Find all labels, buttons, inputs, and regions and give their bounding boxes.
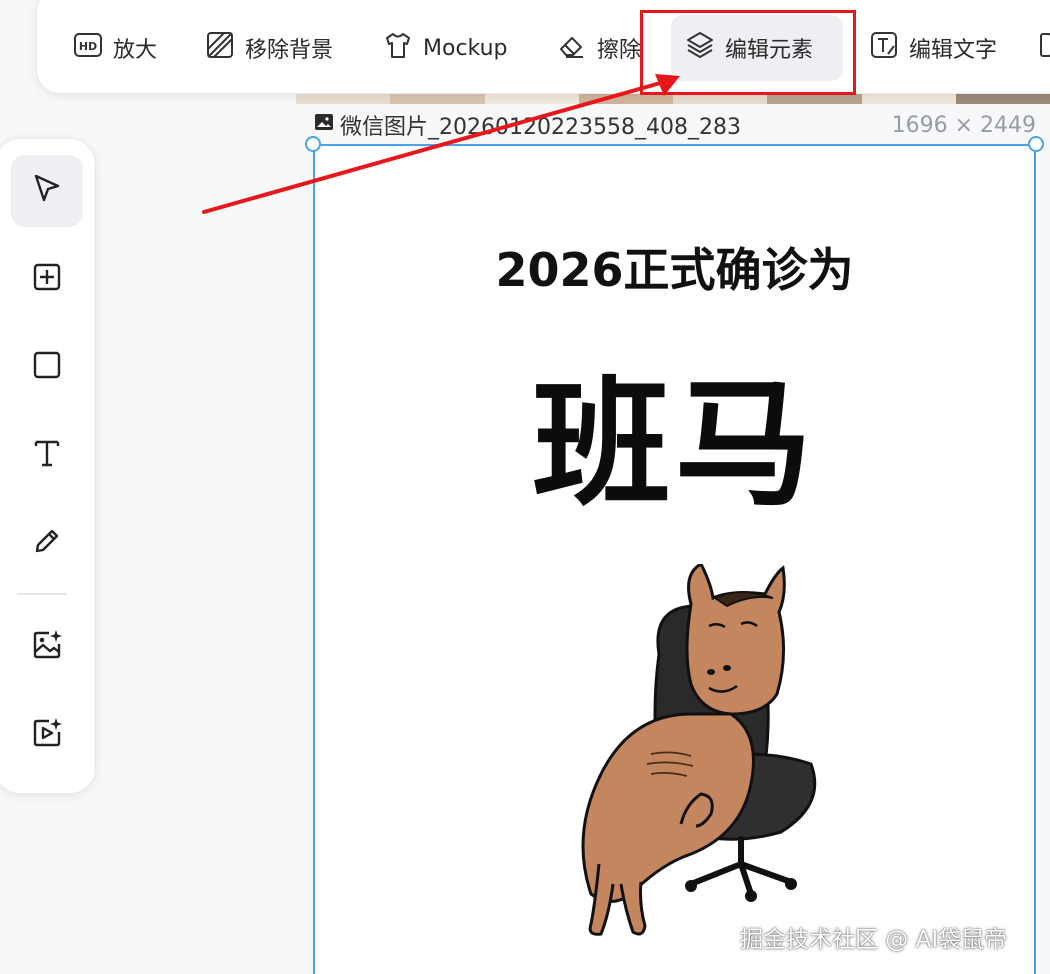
rectangle-icon <box>29 347 65 387</box>
more-toolbar-button[interactable] <box>1037 15 1050 81</box>
select-pointer-icon <box>29 171 65 211</box>
upscale-button[interactable]: HD 放大 <box>59 15 171 81</box>
edit-text-icon <box>869 30 899 66</box>
edit-text-button[interactable]: 编辑文字 <box>855 15 1011 81</box>
text-tool-button[interactable] <box>11 419 83 491</box>
add-element-button[interactable] <box>11 243 83 315</box>
mockup-button[interactable]: Mockup <box>369 15 522 81</box>
svg-text:HD: HD <box>79 40 97 53</box>
select-tool-button[interactable] <box>11 155 83 227</box>
eraser-icon <box>557 30 587 66</box>
edit-text-label: 编辑文字 <box>909 38 998 63</box>
text-tool-icon <box>29 435 65 475</box>
pencil-icon <box>29 523 65 563</box>
pencil-tool-button[interactable] <box>11 507 83 579</box>
selected-image[interactable]: 2026正式确诊为 班马 <box>305 136 1044 974</box>
erase-button[interactable]: 擦除 <box>543 15 655 81</box>
editor-stage: HD 放大 移除背景 Mockup 擦除 编辑元素 编辑文字 微信图片_2026… <box>0 0 1050 974</box>
remove-background-label: 移除背景 <box>245 38 334 63</box>
rectangle-tool-button[interactable] <box>11 331 83 403</box>
erase-label: 擦除 <box>597 38 642 63</box>
poster-big-text: 班马 <box>532 364 817 525</box>
resize-handle-top-left[interactable] <box>305 136 321 152</box>
hd-icon: HD <box>73 30 103 66</box>
ai-image-icon <box>29 627 65 667</box>
annotation-highlight-box <box>640 10 856 95</box>
image-dimensions: 1696 × 2449 <box>891 112 1036 138</box>
ai-image-button[interactable] <box>11 611 83 683</box>
horse-in-chair-illustration <box>581 564 817 936</box>
image-filename: 微信图片_20260120223558_408_283 <box>340 115 741 140</box>
watermark: 掘金技术社区 @ AI袋鼠帝 <box>740 927 1008 953</box>
add-square-icon <box>29 259 65 299</box>
remove-background-icon <box>205 30 235 66</box>
tshirt-icon <box>383 30 413 66</box>
image-file-icon <box>314 112 334 138</box>
image-label-row: 微信图片_20260120223558_408_283 1696 × 2449 <box>314 110 1036 140</box>
left-tool-rail <box>0 138 96 794</box>
mockup-label: Mockup <box>423 35 508 61</box>
more-icon <box>1037 30 1050 66</box>
upscale-label: 放大 <box>113 38 158 63</box>
image-name[interactable]: 微信图片_20260120223558_408_283 <box>314 109 741 141</box>
resize-handle-top-right[interactable] <box>1028 136 1044 152</box>
ai-video-icon <box>29 715 65 755</box>
top-toolbar: HD 放大 移除背景 Mockup 擦除 编辑元素 编辑文字 <box>36 0 1050 94</box>
remove-background-button[interactable]: 移除背景 <box>191 15 347 81</box>
rail-divider <box>17 593 67 595</box>
ai-video-button[interactable] <box>11 699 83 771</box>
poster-headline: 2026正式确诊为 <box>495 243 854 297</box>
thumbnail-strip <box>296 94 1050 104</box>
